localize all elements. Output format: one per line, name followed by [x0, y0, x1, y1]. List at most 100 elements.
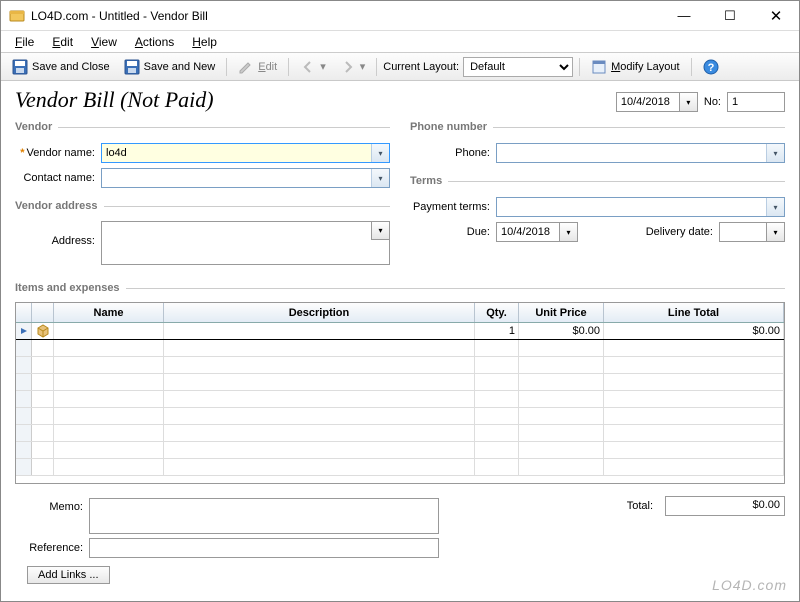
- cell-unit-price[interactable]: $0.00: [519, 323, 604, 339]
- contact-name-input[interactable]: [102, 169, 371, 187]
- nav-next-button: ▾: [335, 57, 371, 77]
- app-window: LO4D.com - Untitled - Vendor Bill — ☐ ✕ …: [0, 0, 800, 602]
- terms-section: Terms Payment terms: ▾ Due: ▾: [410, 175, 785, 246]
- reference-label: Reference:: [15, 542, 89, 554]
- grid-header-line-total[interactable]: Line Total: [604, 303, 784, 322]
- vendor-name-combo[interactable]: ▾: [101, 143, 390, 163]
- bill-date-input[interactable]: [617, 93, 679, 111]
- total-value: $0.00: [665, 496, 785, 516]
- nav-prev-button: ▾: [295, 57, 331, 77]
- memo-textarea[interactable]: [89, 498, 439, 534]
- address-label: Address:: [15, 221, 101, 247]
- phone-section: Phone number Phone: ▾: [410, 121, 785, 167]
- table-row[interactable]: [16, 442, 784, 459]
- maximize-button[interactable]: ☐: [707, 1, 753, 31]
- phone-input[interactable]: [497, 144, 766, 162]
- grid-header-description[interactable]: Description: [164, 303, 475, 322]
- payment-terms-combo[interactable]: ▾: [496, 197, 785, 217]
- table-row[interactable]: [16, 391, 784, 408]
- items-legend: Items and expenses: [15, 282, 126, 294]
- menu-view[interactable]: View: [83, 33, 125, 51]
- help-icon[interactable]: ?: [698, 57, 724, 77]
- save-close-button[interactable]: Save and Close: [7, 57, 115, 77]
- menubar: File Edit View Actions Help: [1, 31, 799, 53]
- page-title: Vendor Bill (Not Paid): [15, 87, 214, 113]
- close-button[interactable]: ✕: [753, 1, 799, 31]
- phone-combo[interactable]: ▾: [496, 143, 785, 163]
- titlebar: LO4D.com - Untitled - Vendor Bill — ☐ ✕: [1, 1, 799, 31]
- due-date-picker[interactable]: ▾: [496, 222, 578, 242]
- menu-file[interactable]: File: [7, 33, 42, 51]
- vendor-name-input[interactable]: [102, 144, 371, 162]
- menu-actions[interactable]: Actions: [127, 33, 182, 51]
- bill-number-input[interactable]: [727, 92, 785, 112]
- menu-help[interactable]: Help: [184, 33, 225, 51]
- toolbar-separator: [376, 58, 377, 76]
- vendor-section: Vendor *Vendor name: ▾ Contact name: ▾: [15, 121, 390, 192]
- save-close-label: Save and Close: [32, 61, 110, 73]
- save-new-button[interactable]: Save and New: [119, 57, 221, 77]
- toolbar-separator: [288, 58, 289, 76]
- chevron-down-icon[interactable]: ▾: [766, 223, 784, 241]
- menu-edit[interactable]: Edit: [44, 33, 81, 51]
- toolbar-separator: [226, 58, 227, 76]
- table-row[interactable]: [16, 425, 784, 442]
- table-row[interactable]: [16, 357, 784, 374]
- cell-description[interactable]: [164, 323, 475, 339]
- grid-header-selector: [16, 303, 32, 322]
- toolbar-separator: [691, 58, 692, 76]
- save-new-label: Save and New: [144, 61, 216, 73]
- app-icon: [9, 8, 25, 24]
- chevron-down-icon[interactable]: ▾: [559, 223, 577, 241]
- due-date-input[interactable]: [497, 223, 559, 241]
- phone-label: Phone:: [410, 147, 496, 159]
- delivery-date-input[interactable]: [720, 223, 766, 241]
- grid-header-unit-price[interactable]: Unit Price: [519, 303, 604, 322]
- edit-button: Edit: [233, 57, 282, 77]
- add-links-button[interactable]: Add Links ...: [27, 566, 110, 584]
- cell-name[interactable]: [54, 323, 164, 339]
- grid-header: Name Description Qty. Unit Price Line To…: [16, 303, 784, 323]
- row-selector[interactable]: [16, 323, 32, 339]
- minimize-button[interactable]: —: [661, 1, 707, 31]
- grid-header-name[interactable]: Name: [54, 303, 164, 322]
- grid-header-icon: [32, 303, 54, 322]
- payment-terms-label: Payment terms:: [410, 201, 496, 213]
- cell-line-total[interactable]: $0.00: [604, 323, 784, 339]
- chevron-down-icon[interactable]: ▾: [766, 144, 784, 162]
- chevron-down-icon[interactable]: ▾: [766, 198, 784, 216]
- chevron-down-icon[interactable]: ▾: [679, 93, 697, 111]
- chevron-down-icon[interactable]: ▾: [371, 222, 389, 240]
- address-field[interactable]: ▾: [101, 221, 390, 265]
- delivery-date-label: Delivery date:: [633, 226, 719, 238]
- total-label: Total:: [627, 500, 653, 512]
- chevron-down-icon[interactable]: ▾: [371, 169, 389, 187]
- vendor-address-section: Vendor address Address: ▾: [15, 200, 390, 268]
- bill-date-picker[interactable]: ▾: [616, 92, 698, 112]
- table-row[interactable]: [16, 374, 784, 391]
- table-row[interactable]: [16, 408, 784, 425]
- table-row[interactable]: [16, 340, 784, 357]
- items-section: Items and expenses Name Description Qty.…: [15, 282, 785, 484]
- vendor-legend: Vendor: [15, 121, 58, 133]
- terms-legend: Terms: [410, 175, 448, 187]
- table-row[interactable]: [16, 459, 784, 476]
- modify-layout-button[interactable]: Modify Layout: [586, 57, 685, 77]
- window-title: LO4D.com - Untitled - Vendor Bill: [31, 9, 661, 23]
- contact-name-label: Contact name:: [15, 172, 101, 184]
- current-layout-select[interactable]: Default: [463, 57, 573, 77]
- reference-input[interactable]: [89, 538, 439, 558]
- phone-legend: Phone number: [410, 121, 493, 133]
- delivery-date-picker[interactable]: ▾: [719, 222, 785, 242]
- grid-header-qty[interactable]: Qty.: [475, 303, 519, 322]
- svg-text:?: ?: [707, 62, 714, 74]
- memo-label: Memo:: [15, 498, 89, 513]
- payment-terms-input[interactable]: [497, 198, 766, 216]
- no-label: No:: [704, 96, 721, 108]
- contact-name-combo[interactable]: ▾: [101, 168, 390, 188]
- cell-qty[interactable]: 1: [475, 323, 519, 339]
- chevron-down-icon[interactable]: ▾: [371, 144, 389, 162]
- table-row[interactable]: 1 $0.00 $0.00: [16, 323, 784, 340]
- current-layout-label: Current Layout:: [383, 61, 459, 73]
- due-label: Due:: [410, 226, 496, 238]
